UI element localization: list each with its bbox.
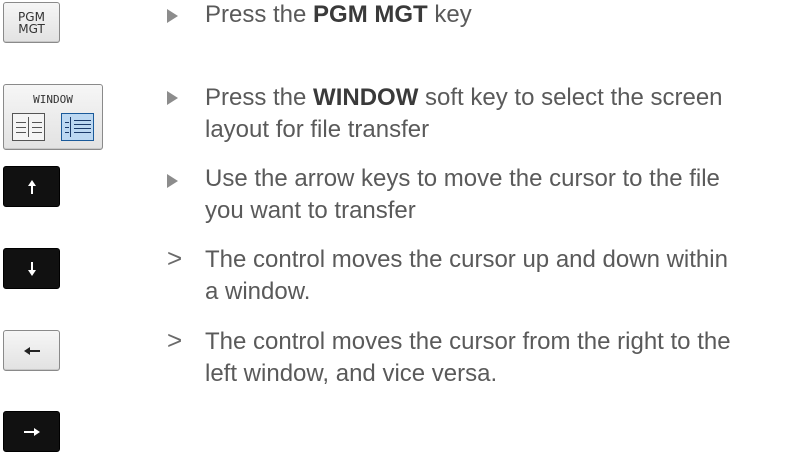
- two-column-layout-icon: [12, 113, 45, 141]
- action-bullet-icon: [167, 174, 181, 188]
- arrow-left-icon: [23, 346, 40, 355]
- arrow-down-icon: [27, 261, 36, 276]
- action-bullet-icon: [167, 91, 181, 105]
- step-1-text: Press the PGM MGT key: [205, 1, 472, 28]
- arrow-right-key[interactable]: [3, 411, 60, 452]
- arrow-left-key[interactable]: [3, 330, 60, 371]
- arrow-right-icon: [23, 427, 40, 436]
- file-list-layout-icon: [61, 113, 94, 141]
- arrow-up-icon: [27, 179, 36, 194]
- pgm-mgt-key[interactable]: PGM MGT: [3, 2, 60, 43]
- result-2-text: The control moves the cursor from the ri…: [205, 328, 731, 387]
- arrow-down-key[interactable]: [3, 248, 60, 289]
- result-1-text: The control moves the cursor up and down…: [205, 246, 728, 305]
- arrow-up-key[interactable]: [3, 166, 60, 207]
- step-3-text: Use the arrow keys to move the cursor to…: [205, 165, 720, 224]
- result-marker: >: [167, 325, 183, 355]
- window-softkey[interactable]: WINDOW: [3, 84, 103, 150]
- window-softkey-label: WINDOW: [33, 93, 73, 106]
- pgm-mgt-key-label-2: MGT: [18, 21, 45, 36]
- action-bullet-icon: [167, 9, 181, 23]
- result-marker: >: [167, 243, 183, 273]
- step-2-text: Press the WINDOW soft key to select the …: [205, 84, 723, 143]
- pgm-mgt-key-label-1: PGM: [18, 9, 45, 24]
